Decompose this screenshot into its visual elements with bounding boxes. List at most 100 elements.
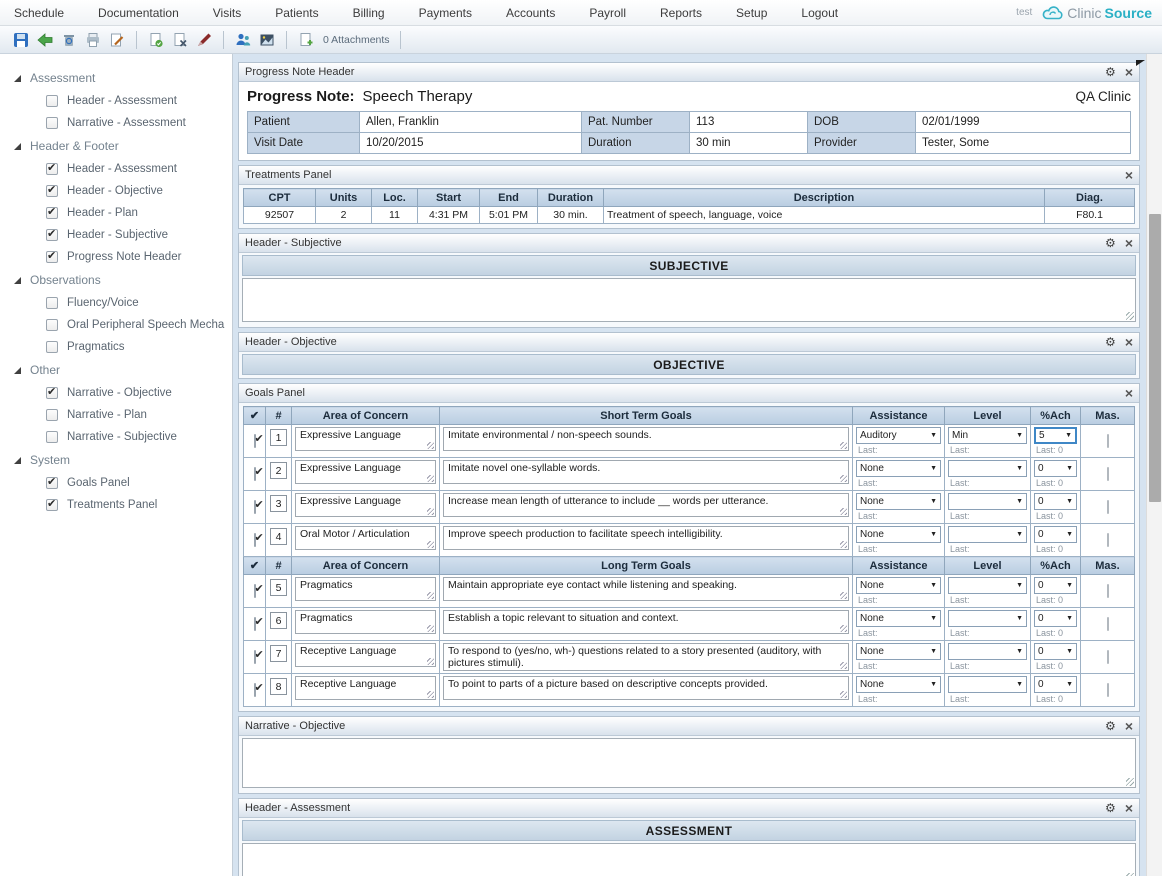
close-icon[interactable]: × [1125,386,1133,400]
section-checkbox[interactable] [46,251,58,263]
gear-icon[interactable]: ⚙ [1105,237,1116,249]
gear-icon[interactable]: ⚙ [1105,66,1116,78]
tree-section-system[interactable]: System [0,448,232,472]
sidebar-item-header-assessment[interactable]: Header - Assessment [0,90,232,112]
delete-icon[interactable] [60,31,78,49]
level-select[interactable]: ▼ [948,493,1027,510]
attachment-icon[interactable] [297,31,315,49]
sidebar-item-narrative-assessment[interactable]: Narrative - Assessment [0,112,232,134]
gear-icon[interactable]: ⚙ [1105,720,1116,732]
patient-icon[interactable] [234,31,252,49]
section-checkbox[interactable] [46,409,58,421]
sidebar-item-goals-panel[interactable]: Goals Panel [0,472,232,494]
sidebar-item-pragmatics[interactable]: Pragmatics [0,336,232,358]
tree-section-observations[interactable]: Observations [0,268,232,292]
goal-include-checkbox[interactable] [254,434,256,448]
percent-achieved-select[interactable]: 0▼ [1034,493,1077,510]
area-of-concern-input[interactable]: Expressive Language [295,427,436,451]
percent-achieved-select[interactable]: 0▼ [1034,526,1077,543]
goal-text-input[interactable]: Increase mean length of utterance to inc… [443,493,849,517]
mastered-checkbox[interactable] [1107,533,1109,547]
mastered-checkbox[interactable] [1107,617,1109,631]
section-checkbox[interactable] [46,477,58,489]
level-select[interactable]: ▼ [948,610,1027,627]
section-checkbox[interactable] [46,341,58,353]
area-of-concern-input[interactable]: Expressive Language [295,493,436,517]
goal-include-checkbox[interactable] [254,533,256,547]
menu-item-logout[interactable]: Logout [801,6,838,20]
subjective-textarea[interactable] [242,278,1136,322]
section-checkbox[interactable] [46,163,58,175]
mastered-checkbox[interactable] [1107,584,1109,598]
narrative-objective-textarea[interactable] [242,738,1136,788]
sidebar-item-narrative-plan[interactable]: Narrative - Plan [0,404,232,426]
goal-include-checkbox[interactable] [254,584,256,598]
menu-item-accounts[interactable]: Accounts [506,6,555,20]
goal-text-input[interactable]: Establish a topic relevant to situation … [443,610,849,634]
menu-item-visits[interactable]: Visits [213,6,241,20]
assistance-select[interactable]: None▼ [856,610,941,627]
level-select[interactable]: ▼ [948,526,1027,543]
edit-note-icon[interactable] [108,31,126,49]
level-select[interactable]: Min▼ [948,427,1027,444]
gear-icon[interactable]: ⚙ [1105,336,1116,348]
mastered-checkbox[interactable] [1107,434,1109,448]
sidebar-item-fluency-voice[interactable]: Fluency/Voice [0,292,232,314]
tree-expand-icon[interactable] [14,75,21,82]
percent-achieved-select[interactable]: 0▼ [1034,643,1077,660]
doc-cancel-icon[interactable] [171,31,189,49]
section-checkbox[interactable] [46,229,58,241]
goal-text-input[interactable]: Improve speech production to facilitate … [443,526,849,550]
check-all-icon[interactable]: ✔ [244,557,266,575]
section-checkbox[interactable] [46,207,58,219]
tree-section-other[interactable]: Other [0,358,232,382]
level-select[interactable]: ▼ [948,460,1027,477]
tree-expand-icon[interactable] [14,277,21,284]
section-checkbox[interactable] [46,185,58,197]
sidebar-item-header-subjective[interactable]: Header - Subjective [0,224,232,246]
goal-text-input[interactable]: To respond to (yes/no, wh-) questions re… [443,643,849,671]
tree-expand-icon[interactable] [14,367,21,374]
percent-achieved-select[interactable]: 0▼ [1034,577,1077,594]
print-icon[interactable] [84,31,102,49]
area-of-concern-input[interactable]: Expressive Language [295,460,436,484]
assistance-select[interactable]: None▼ [856,493,941,510]
section-checkbox[interactable] [46,95,58,107]
close-icon[interactable]: × [1125,335,1133,349]
close-icon[interactable]: × [1125,65,1133,79]
close-icon[interactable]: × [1125,236,1133,250]
doc-ok-icon[interactable] [147,31,165,49]
check-all-icon[interactable]: ✔ [244,407,266,425]
sign-icon[interactable] [195,31,213,49]
tree-section-assessment[interactable]: Assessment [0,66,232,90]
menu-item-reports[interactable]: Reports [660,6,702,20]
section-checkbox[interactable] [46,499,58,511]
scrollbar-thumb[interactable] [1149,214,1161,502]
percent-achieved-select[interactable]: 0▼ [1034,676,1077,693]
section-checkbox[interactable] [46,387,58,399]
percent-achieved-select[interactable]: 0▼ [1034,610,1077,627]
menu-item-payroll[interactable]: Payroll [589,6,626,20]
menu-item-billing[interactable]: Billing [353,6,385,20]
section-checkbox[interactable] [46,431,58,443]
section-checkbox[interactable] [46,297,58,309]
mastered-checkbox[interactable] [1107,683,1109,697]
menu-item-schedule[interactable]: Schedule [14,6,64,20]
sidebar-item-oral-peripheral-speech-mecha[interactable]: Oral Peripheral Speech Mecha [0,314,232,336]
level-select[interactable]: ▼ [948,577,1027,594]
percent-achieved-select[interactable]: 0▼ [1034,460,1077,477]
goal-include-checkbox[interactable] [254,683,256,697]
sidebar-item-narrative-subjective[interactable]: Narrative - Subjective [0,426,232,448]
menu-item-documentation[interactable]: Documentation [98,6,179,20]
menu-item-patients[interactable]: Patients [275,6,318,20]
assistance-select[interactable]: Auditory▼ [856,427,941,444]
close-icon[interactable]: × [1125,801,1133,815]
goal-text-input[interactable]: Imitate novel one-syllable words. [443,460,849,484]
sidebar-item-header-plan[interactable]: Header - Plan [0,202,232,224]
save-icon[interactable] [12,31,30,49]
back-icon[interactable] [36,31,54,49]
sidebar-item-header-assessment[interactable]: Header - Assessment [0,158,232,180]
goal-include-checkbox[interactable] [254,467,256,481]
mastered-checkbox[interactable] [1107,500,1109,514]
close-icon[interactable]: × [1125,168,1133,182]
